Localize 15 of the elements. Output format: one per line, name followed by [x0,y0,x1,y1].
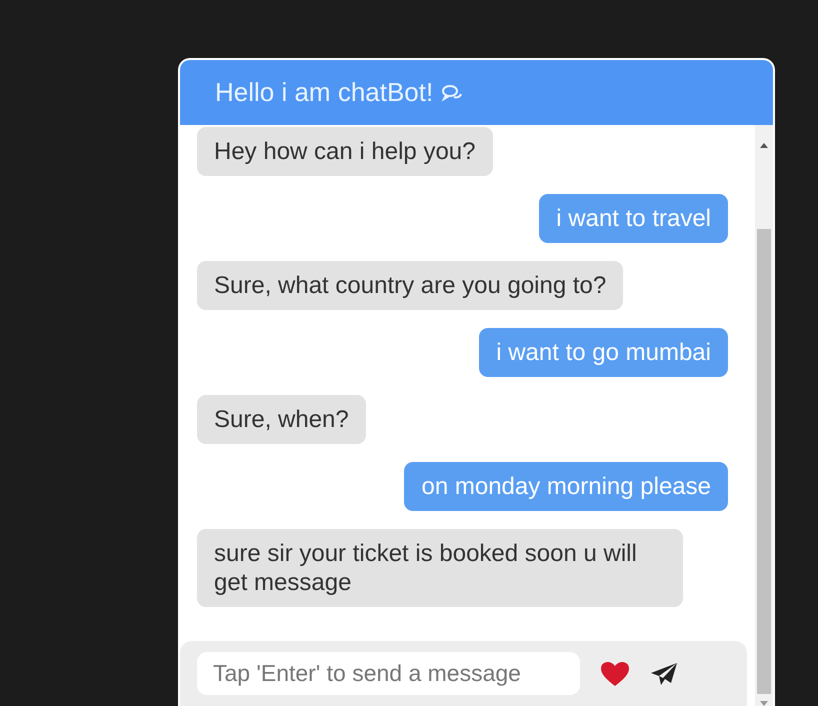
bot-message: Sure, when? [197,395,366,444]
user-message: i want to go mumbai [479,328,728,377]
heart-icon[interactable] [600,660,630,686]
user-message: i want to travel [539,194,728,243]
bot-message: Sure, what country are you going to? [197,261,624,310]
scroll-down-arrow-icon[interactable] [759,700,769,706]
scrollbar[interactable] [755,125,773,706]
bot-message: sure sir your ticket is booked soon u will get message [197,529,683,607]
scroll-up-arrow-icon[interactable] [759,141,769,149]
message-input[interactable]: Tap 'Enter' to send a message [197,652,580,695]
header-title: Hello i am chatBot! [215,77,434,108]
user-message: on monday morning please [404,462,728,511]
chat-bubbles-icon [441,84,464,102]
send-icon[interactable] [650,662,678,686]
bot-message: Hey how can i help you? [197,127,492,176]
